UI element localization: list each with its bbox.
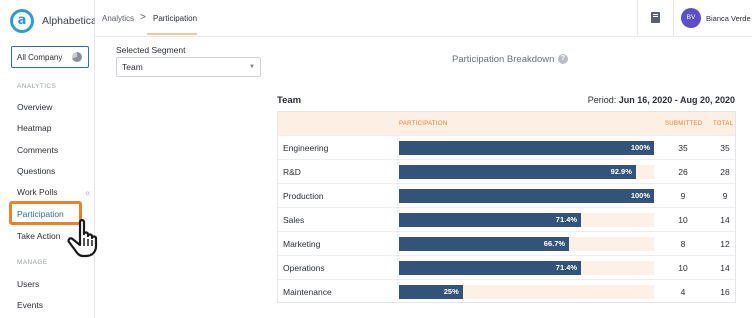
column-header-submitted: SUBMITTED <box>665 121 703 127</box>
chevron-right-icon: > <box>140 12 146 23</box>
sidebar: a Alphabetical All Company ANALYTICS Ove… <box>0 0 99 318</box>
caret-down-icon: ▼ <box>249 64 255 70</box>
breakdown-title: Participation Breakdown <box>452 54 555 65</box>
sidebar-item-events[interactable]: Events <box>17 300 43 310</box>
participation-bar: 66.7% <box>399 237 570 251</box>
logo-icon: a <box>10 9 34 33</box>
participation-percent: 100% <box>630 143 650 152</box>
participation-percent: 66.7% <box>543 239 566 248</box>
submitted-count: 10 <box>678 215 688 225</box>
total-count: 35 <box>720 143 730 153</box>
avatar[interactable]: BV <box>681 8 701 28</box>
row-team-name: Maintenance <box>283 287 332 297</box>
participation-bar: 100% <box>399 141 654 155</box>
participation-bar: 92.9% <box>399 165 636 179</box>
manage-section-label: MANAGE <box>17 259 48 266</box>
total-count: 28 <box>720 167 730 177</box>
table-row: Production 100% 9 9 <box>278 183 735 207</box>
table-row: Sales 71.4% 10 14 <box>278 207 735 231</box>
participation-bar-track: 100% <box>399 141 654 155</box>
breadcrumb-active-underline <box>147 33 197 35</box>
submitted-count: 9 <box>680 191 686 201</box>
participation-bar-track: 92.9% <box>399 165 654 179</box>
total-count: 9 <box>722 191 728 201</box>
pie-chart-icon <box>72 52 82 62</box>
breadcrumb-analytics[interactable]: Analytics <box>102 14 134 23</box>
column-header-total: TOTAL <box>713 121 734 127</box>
sidebar-item-users[interactable]: Users <box>17 279 39 289</box>
analytics-section-label: ANALYTICS <box>17 83 57 90</box>
top-bar: Analytics > Participation BV Bianca Verd… <box>95 0 752 37</box>
participation-percent: 92.9% <box>610 167 632 176</box>
period: Period: Jun 16, 2020 - Aug 20, 2020 <box>588 95 735 105</box>
book-icon[interactable] <box>651 12 660 23</box>
company-selector-label: All Company <box>17 52 63 62</box>
total-count: 14 <box>720 215 730 225</box>
participation-percent: 100% <box>630 191 650 200</box>
participation-bar: 71.4% <box>399 261 582 275</box>
table-row: Marketing 66.7% 8 12 <box>278 231 735 255</box>
double-chevron-left-icon[interactable]: « <box>85 188 91 199</box>
divider <box>637 0 638 37</box>
period-label: Period: <box>587 95 617 105</box>
submitted-count: 10 <box>678 263 688 273</box>
participation-percent: 71.4% <box>555 215 578 224</box>
row-team-name: Operations <box>283 263 325 273</box>
sidebar-item-work-polls[interactable]: Work Polls <box>17 187 57 197</box>
breadcrumb-participation: Participation <box>153 14 198 23</box>
sidebar-item-participation[interactable]: Participation <box>17 209 64 219</box>
participation-bar-track: 71.4% <box>399 261 654 275</box>
participation-bar: 100% <box>399 189 654 203</box>
table-row: Engineering 100% 35 35 <box>278 135 735 159</box>
row-team-name: Engineering <box>283 143 329 153</box>
help-icon[interactable]: ? <box>558 54 568 64</box>
participation-bar: 25% <box>399 285 463 299</box>
total-count: 12 <box>720 239 730 249</box>
brand[interactable]: a Alphabetical <box>10 9 99 33</box>
participation-bar-track: 71.4% <box>399 213 654 227</box>
participation-bar-track: 25% <box>399 285 654 299</box>
table-header: PARTICIPATION SUBMITTED TOTAL <box>278 112 735 135</box>
row-team-name: Marketing <box>283 239 321 249</box>
participation-percent: 25% <box>443 287 459 296</box>
table-row: Maintenance 25% 4 16 <box>278 279 735 303</box>
row-team-name: Sales <box>283 215 305 225</box>
sidebar-item-comments[interactable]: Comments <box>17 145 58 155</box>
period-value: Jun 16, 2020 - Aug 20, 2020 <box>618 95 735 105</box>
segment-select[interactable]: Team ▼ <box>116 57 261 77</box>
participation-bar: 71.4% <box>399 213 582 227</box>
divider <box>673 0 674 37</box>
table-row: Operations 71.4% 10 14 <box>278 255 735 279</box>
total-count: 16 <box>720 287 730 297</box>
submitted-count: 26 <box>678 167 688 177</box>
sidebar-item-heatmap[interactable]: Heatmap <box>17 123 52 133</box>
submitted-count: 8 <box>680 239 686 249</box>
participation-bar-track: 100% <box>399 189 654 203</box>
submitted-count: 4 <box>680 287 686 297</box>
sidebar-item-questions[interactable]: Questions <box>17 166 55 176</box>
participation-bar-track: 66.7% <box>399 237 654 251</box>
participation-table: PARTICIPATION SUBMITTED TOTAL Engineerin… <box>277 111 736 303</box>
column-header-participation: PARTICIPATION <box>399 121 448 127</box>
table-title: Team <box>277 95 302 106</box>
row-team-name: R&D <box>283 167 301 177</box>
company-selector[interactable]: All Company <box>11 46 89 68</box>
pointer-hand-icon <box>67 219 98 258</box>
row-team-name: Production <box>283 191 324 201</box>
total-count: 14 <box>720 263 730 273</box>
sidebar-item-overview[interactable]: Overview <box>17 102 52 112</box>
submitted-count: 35 <box>678 143 688 153</box>
segment-label: Selected Segment <box>116 45 186 55</box>
user-name[interactable]: Bianca Verde <box>706 14 751 23</box>
participation-percent: 71.4% <box>555 263 578 272</box>
sidebar-item-take-action[interactable]: Take Action <box>17 231 60 241</box>
table-row: R&D 92.9% 26 28 <box>278 159 735 183</box>
segment-value: Team <box>122 62 143 72</box>
brand-name: Alphabetical <box>42 15 100 27</box>
